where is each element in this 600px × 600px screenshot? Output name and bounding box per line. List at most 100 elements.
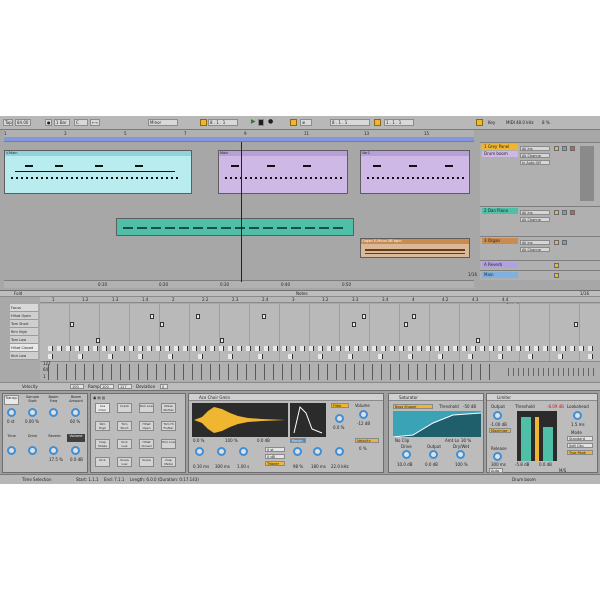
velocity-lane[interactable] (40, 361, 600, 381)
midi-note[interactable] (96, 338, 100, 343)
drum-pad[interactable]: Hihat Closed (139, 439, 154, 449)
attack-knob[interactable] (195, 447, 204, 456)
macro-reverb[interactable]: Reverb (46, 434, 63, 442)
track-name[interactable]: 3 Organ (482, 238, 518, 244)
macro-knob[interactable] (7, 446, 16, 455)
track-activator[interactable] (554, 240, 559, 245)
midi-note[interactable] (412, 314, 416, 319)
volume-knob[interactable] (359, 410, 368, 419)
focus-button[interactable]: Focus (10, 304, 38, 312)
drum-pad[interactable]: Kick (95, 457, 110, 467)
track-activator[interactable] (554, 263, 559, 268)
midi-note[interactable] (404, 322, 408, 327)
lane-tom-short[interactable]: Tom Short (10, 320, 38, 328)
lane-kick-low[interactable]: Kick Low (10, 352, 38, 360)
scale-toggle[interactable]: ⟷ (90, 119, 100, 126)
lane-hihat-open[interactable]: Hihat Open (10, 312, 38, 320)
drum-pad[interactable]: Snare Low (117, 457, 132, 467)
macro-sample-start[interactable]: Sample Start (25, 395, 40, 405)
track-name[interactable]: Main (482, 272, 518, 278)
drum-pad[interactable]: Rim High (95, 421, 110, 431)
track-activator[interactable] (554, 210, 559, 215)
waveform-display[interactable] (192, 403, 288, 437)
ms-toggle[interactable]: M/S (559, 468, 566, 473)
soft-clip-toggle[interactable]: Soft Clip (567, 443, 593, 448)
automation-arm-button[interactable]: ⊕ (300, 119, 312, 126)
macro-volume[interactable]: Volume (67, 434, 85, 442)
drum-pad[interactable]: Tom Low (161, 439, 176, 449)
velocity-value[interactable]: 100 (70, 384, 84, 389)
track-name[interactable]: A Reverb (482, 262, 518, 268)
envelope-display[interactable] (290, 403, 326, 437)
input-type-select[interactable]: All Ins (520, 240, 550, 245)
length-readout[interactable]: 100 % (225, 438, 238, 443)
midi-note[interactable] (574, 322, 578, 327)
macro-knob[interactable] (71, 408, 80, 417)
decay-knob[interactable] (239, 447, 248, 456)
fold-button[interactable]: Fold (14, 291, 22, 296)
loop-start-field[interactable]: 8 . 1 . 1 (330, 119, 370, 126)
hold-knob[interactable] (217, 447, 226, 456)
clip-track2[interactable] (116, 218, 354, 236)
drum-pad[interactable]: Snare (139, 457, 154, 467)
drum-pad[interactable]: Crash (117, 403, 132, 413)
solo-button[interactable] (562, 210, 567, 215)
midi-note[interactable] (196, 314, 200, 319)
maximize-toggle[interactable]: Maximize (489, 428, 511, 433)
song-position-field[interactable]: 8 . 1 . 1 (208, 119, 238, 126)
macro-knob[interactable] (49, 446, 58, 455)
arrangement-ruler[interactable]: 1 3 5 7 9 11 13 15 (4, 130, 474, 142)
amount-knob[interactable] (293, 447, 302, 456)
freq-knob[interactable] (335, 447, 344, 456)
solo-button[interactable] (562, 146, 567, 151)
output-knob[interactable] (493, 411, 502, 420)
midi-note[interactable] (476, 338, 480, 343)
midi-note[interactable] (352, 322, 356, 327)
saturation-curve[interactable] (392, 411, 482, 438)
ramp-end[interactable]: 127 (118, 384, 132, 389)
track-name[interactable]: 1 Grey Panel (482, 144, 518, 150)
input-type-select[interactable]: All Ins (520, 210, 550, 215)
loop-switch[interactable] (374, 119, 381, 126)
record-button[interactable]: ● (267, 119, 273, 126)
track-activator[interactable] (554, 273, 559, 278)
midi-note[interactable] (220, 338, 224, 343)
time-knob[interactable] (313, 447, 322, 456)
drum-pad[interactable]: Noise Stutter (161, 403, 176, 413)
lookahead-knob[interactable] (573, 411, 582, 420)
stop-button[interactable] (258, 119, 264, 126)
shaper-select[interactable]: Bass Shaper (393, 404, 433, 409)
punch-toggle[interactable]: Punch (290, 438, 306, 443)
drum-pad[interactable]: Rim Low (139, 403, 154, 413)
transp-field[interactable]: 0 st (265, 447, 285, 452)
solo-button[interactable] (562, 240, 567, 245)
kick-low-notes[interactable] (48, 354, 596, 359)
track-3-header[interactable]: 3 Organ All Ins All Channe (480, 236, 600, 260)
input-type-select[interactable]: All Ins (520, 146, 550, 151)
macro-transp[interactable]: Transp. (4, 395, 19, 405)
arm-button[interactable] (570, 146, 575, 151)
macro-time[interactable]: Time (4, 434, 19, 442)
velocity-toggle[interactable]: Velocity (355, 438, 379, 443)
lane-rim-high[interactable]: Rim High (10, 328, 38, 336)
macro-knob[interactable] (7, 408, 16, 417)
midi-note[interactable] (262, 314, 266, 319)
arm-button[interactable] (570, 210, 575, 215)
midi-note[interactable] (362, 314, 366, 319)
drive-knob[interactable] (402, 450, 411, 459)
macro-knob[interactable] (71, 446, 80, 455)
note-grid[interactable] (40, 304, 600, 361)
input-channel-select[interactable]: All Channe (520, 217, 550, 222)
midi-note[interactable] (150, 314, 154, 319)
midi-note[interactable] (70, 322, 74, 327)
key-map-button[interactable] (476, 119, 483, 126)
macro-knob[interactable] (49, 408, 58, 417)
loop-brace[interactable] (4, 137, 474, 141)
monitor-select[interactable]: In Auto Off (520, 160, 550, 165)
time-ruler[interactable]: 0:10 0:20 0:30 0:40 0:50 (4, 280, 474, 288)
start-readout[interactable]: 0.0 % (193, 438, 204, 443)
volume-field[interactable]: 0 dB (265, 454, 285, 459)
quantize-menu[interactable]: 1 Bar (54, 119, 70, 126)
drum-pad[interactable]: Tom Hi Flutter (161, 421, 176, 431)
drum-pad[interactable]: Ace Choir Gmin (95, 403, 110, 413)
